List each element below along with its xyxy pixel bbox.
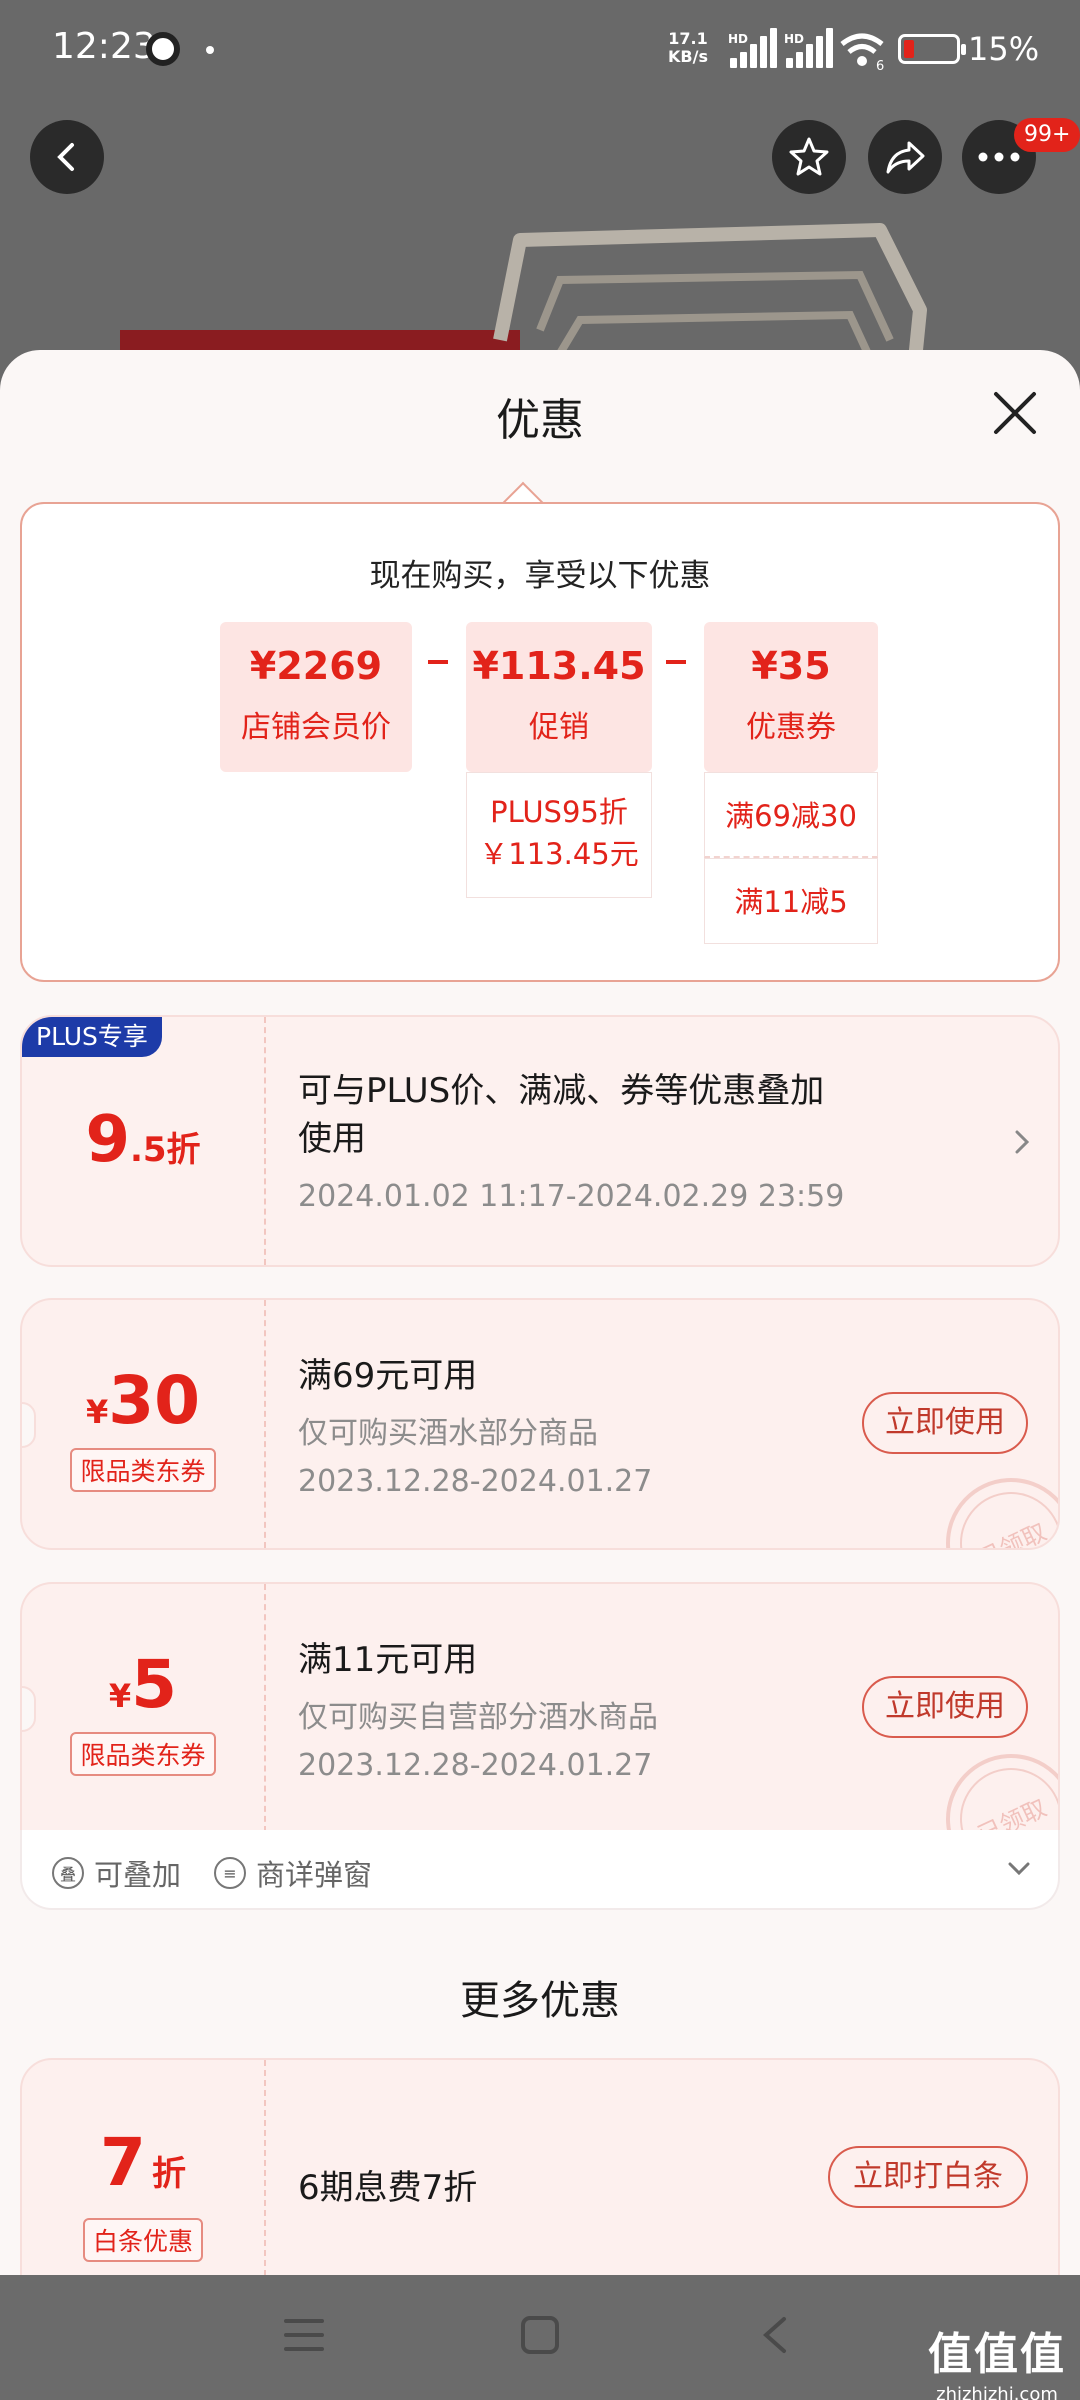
promo-box: ¥113.45 促销 bbox=[466, 622, 652, 772]
baitiao-title: 6期息费7折 bbox=[298, 2168, 478, 2208]
more-offers-title: 更多优惠 bbox=[460, 1978, 620, 2024]
baitiao-value: 7折 白条优惠 bbox=[22, 2060, 264, 2275]
watermark-text: 值值值 bbox=[928, 2329, 1066, 2380]
product-page-background: 12:23 17.1 KB/s HD HD 6 15% 99+ bbox=[0, 0, 1080, 400]
watermark-url: zhizhizhi.com bbox=[936, 2384, 1058, 2400]
back-button[interactable] bbox=[30, 120, 104, 194]
coupon-amount: 30 bbox=[108, 1362, 201, 1439]
coupon-date: 2023.12.28-2024.01.27 bbox=[298, 1464, 653, 1499]
claimed-stamp: 已领取 bbox=[924, 1732, 1058, 1832]
close-button[interactable] bbox=[988, 386, 1042, 440]
clock-app-icon bbox=[146, 32, 180, 66]
favorite-button[interactable] bbox=[772, 120, 846, 194]
coupon-value: ¥30 限品类东券 bbox=[22, 1300, 264, 1548]
member-price-label: 店铺会员价 bbox=[241, 710, 391, 745]
plus-discount-big: 9 bbox=[85, 1103, 130, 1177]
plus-discount-card[interactable]: PLUS专享 9.5折 可与PLUS价、满减、券等优惠叠加 使用 2024.01… bbox=[20, 1015, 1060, 1267]
promo-detail: PLUS95折 ￥113.45元 bbox=[466, 772, 652, 898]
message-count-badge: 99+ bbox=[1014, 118, 1080, 152]
coupon-title: 满11元可用 bbox=[298, 1640, 478, 1680]
status-time: 12:23 bbox=[52, 26, 156, 67]
coupon-subtitle: 仅可购买自营部分酒水商品 bbox=[298, 1700, 658, 1735]
coupon-currency: ¥ bbox=[85, 1393, 109, 1431]
discount-sheet: 优惠 现在购买，享受以下优惠 ¥2269 店铺会员价 ¥113.45 促销 PL… bbox=[0, 350, 1080, 2275]
promo-amount: ¥113.45 bbox=[472, 644, 646, 688]
plus-card-date: 2024.01.02 11:17-2024.02.29 23:59 bbox=[298, 1179, 845, 1214]
plus-discount-value: 9.5折 bbox=[22, 1017, 264, 1265]
use-coupon-button[interactable]: 立即使用 bbox=[862, 1392, 1028, 1454]
battery-percent: 15% bbox=[968, 30, 1040, 68]
hd-label: HD bbox=[728, 32, 749, 46]
coupon-box: ¥35 优惠券 bbox=[704, 622, 878, 772]
coupon-category-tag: 限品类东券 bbox=[70, 1732, 216, 1776]
discount-summary: 现在购买，享受以下优惠 ¥2269 店铺会员价 ¥113.45 促销 PLUS9… bbox=[20, 502, 1060, 982]
minus-sign bbox=[666, 660, 686, 664]
wifi-sub: 6 bbox=[876, 59, 884, 70]
status-bar: 12:23 17.1 KB/s HD HD 6 15% bbox=[0, 0, 1080, 96]
notification-dot-icon bbox=[206, 46, 214, 54]
network-speed-value: 17.1 bbox=[668, 29, 708, 48]
coupon-card: ¥30 限品类东券 满69元可用 仅可购买酒水部分商品 2023.12.28-2… bbox=[20, 1298, 1060, 1550]
stackable-label: 可叠加 bbox=[94, 1858, 182, 1892]
wifi-icon: 6 bbox=[840, 33, 884, 70]
coupon-detail-1: 满69减30 bbox=[704, 772, 878, 858]
claimed-stamp: 已领取 bbox=[924, 1456, 1058, 1548]
promo-detail-line1: PLUS95折 bbox=[490, 795, 628, 829]
coupon-card: ¥5 限品类东券 满11元可用 仅可购买自营部分酒水商品 2023.12.28-… bbox=[20, 1582, 1060, 1832]
baitiao-discount-big: 7 bbox=[100, 2124, 146, 2201]
network-speed-unit: KB/s bbox=[668, 47, 708, 66]
member-price-box: ¥2269 店铺会员价 bbox=[220, 622, 412, 772]
share-button[interactable] bbox=[868, 120, 942, 194]
star-icon bbox=[789, 137, 829, 176]
coupon-title: 满69元可用 bbox=[298, 1356, 478, 1396]
menu-icon[interactable] bbox=[284, 2317, 324, 2353]
more-dots-icon bbox=[978, 152, 1020, 162]
plus-card-title: 可与PLUS价、满减、券等优惠叠加 使用 bbox=[298, 1067, 824, 1163]
popup-legend: ≡ 商详弹窗 bbox=[214, 1852, 372, 1894]
popup-icon: ≡ bbox=[214, 1857, 246, 1889]
signal-2-icon: HD bbox=[784, 28, 834, 68]
site-watermark: 值值值 zhizhizhi.com bbox=[928, 2318, 1066, 2400]
summary-heading: 现在购买，享受以下优惠 bbox=[369, 558, 711, 594]
network-speed: 17.1 KB/s bbox=[668, 30, 708, 66]
share-icon bbox=[886, 141, 925, 174]
chevron-right-icon bbox=[1015, 1130, 1030, 1154]
coupon-subtitle: 仅可购买酒水部分商品 bbox=[298, 1416, 598, 1451]
coupon-legend-row: 叠 可叠加 ≡ 商详弹窗 bbox=[20, 1830, 1060, 1910]
stackable-legend: 叠 可叠加 bbox=[52, 1852, 181, 1894]
battery-icon bbox=[898, 34, 966, 64]
baitiao-discount-small: 折 bbox=[151, 2154, 186, 2194]
baitiao-card: 7折 白条优惠 6期息费7折 立即打白条 bbox=[20, 2058, 1060, 2275]
minus-sign bbox=[428, 660, 448, 664]
chevron-left-icon bbox=[57, 143, 74, 171]
baitiao-tag: 白条优惠 bbox=[82, 2218, 203, 2262]
coupon-label: 优惠券 bbox=[746, 710, 836, 745]
plus-discount-small: .5折 bbox=[129, 1130, 201, 1170]
stackable-icon: 叠 bbox=[52, 1857, 84, 1889]
plus-card-title-line1: 可与PLUS价、满减、券等优惠叠加 bbox=[298, 1071, 825, 1111]
coupon-amount: 5 bbox=[131, 1646, 178, 1723]
plus-card-title-line2: 使用 bbox=[298, 1119, 366, 1159]
back-nav-icon[interactable] bbox=[760, 2315, 790, 2355]
hd-label: HD bbox=[784, 32, 805, 46]
member-price-amount: ¥2269 bbox=[249, 644, 383, 688]
popup-label: 商详弹窗 bbox=[256, 1858, 373, 1892]
coupon-amount: ¥35 bbox=[751, 644, 831, 688]
coupon-category-tag: 限品类东券 bbox=[70, 1448, 216, 1492]
use-coupon-button[interactable]: 立即使用 bbox=[862, 1676, 1028, 1738]
use-baitiao-button[interactable]: 立即打白条 bbox=[828, 2146, 1028, 2208]
home-icon[interactable] bbox=[520, 2315, 560, 2355]
signal-1-icon: HD bbox=[728, 28, 778, 68]
coupon-date: 2023.12.28-2024.01.27 bbox=[298, 1748, 653, 1783]
coupon-currency: ¥ bbox=[108, 1677, 132, 1715]
promo-label: 促销 bbox=[529, 710, 589, 745]
chevron-down-icon[interactable] bbox=[1006, 1860, 1032, 1878]
sheet-title: 优惠 bbox=[496, 395, 584, 446]
coupon-value: ¥5 限品类东券 bbox=[22, 1584, 264, 1832]
coupon-detail-2: 满11减5 bbox=[704, 858, 878, 944]
system-navigation-bar bbox=[0, 2275, 1080, 2400]
promo-detail-line2: ￥113.45元 bbox=[479, 837, 639, 871]
